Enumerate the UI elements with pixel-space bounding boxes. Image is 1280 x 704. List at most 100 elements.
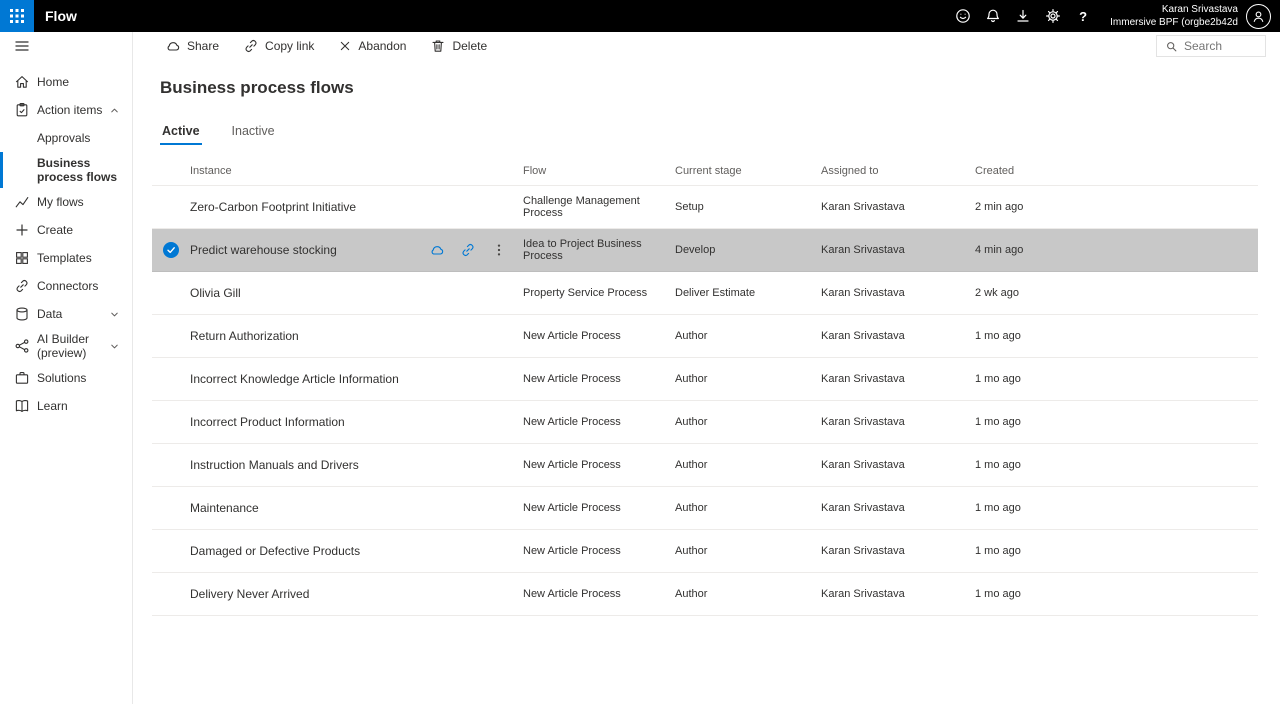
search-input[interactable] — [1184, 39, 1256, 53]
account-info[interactable]: Karan Srivastava Immersive BPF (orgbe2b4… — [1110, 3, 1238, 29]
row-select-cell[interactable] — [152, 444, 190, 486]
row-select-cell[interactable] — [152, 229, 190, 271]
row-flow: New Article Process — [523, 373, 675, 385]
table-row[interactable]: Maintenance New Article Process Author K… — [152, 487, 1258, 530]
row-copy-link-icon[interactable] — [460, 242, 476, 258]
command-bar: Share Copy link Abandon Delete — [133, 32, 1280, 60]
settings-button[interactable] — [1038, 0, 1068, 32]
bell-icon — [985, 8, 1001, 24]
row-assigned: Karan Srivastava — [821, 459, 975, 471]
sidebar-item-label: My flows — [37, 195, 84, 209]
row-select-cell[interactable] — [152, 401, 190, 443]
sidebar-item-connectors[interactable]: Connectors — [0, 272, 132, 300]
user-org: Immersive BPF (orgbe2b42d — [1110, 16, 1238, 29]
book-icon — [14, 398, 30, 414]
sidebar-item-solutions[interactable]: Solutions — [0, 364, 132, 392]
column-header-instance[interactable]: Instance — [190, 165, 523, 177]
sidebar-item-templates[interactable]: Templates — [0, 244, 132, 272]
table-row[interactable]: Olivia Gill Property Service Process Del… — [152, 272, 1258, 315]
row-select-cell[interactable] — [152, 272, 190, 314]
close-icon — [338, 39, 352, 53]
app-title: Flow — [45, 8, 77, 24]
row-select-cell[interactable] — [152, 315, 190, 357]
delete-button[interactable]: Delete — [430, 38, 487, 54]
table-row[interactable]: Damaged or Defective Products New Articl… — [152, 530, 1258, 573]
feedback-smiley-button[interactable] — [948, 0, 978, 32]
row-actions — [429, 242, 523, 258]
row-stage: Author — [675, 416, 821, 428]
abandon-button[interactable]: Abandon — [338, 39, 406, 53]
page-title: Business process flows — [160, 78, 1280, 98]
table-row[interactable]: Return Authorization New Article Process… — [152, 315, 1258, 358]
row-created: 1 mo ago — [975, 416, 1258, 428]
row-instance: Incorrect Product Information — [190, 415, 345, 429]
row-created: 1 mo ago — [975, 588, 1258, 600]
copy-link-button[interactable]: Copy link — [243, 38, 314, 54]
sidebar-item-action-items[interactable]: Action items — [0, 96, 132, 124]
row-created: 2 min ago — [975, 201, 1258, 213]
row-stage: Develop — [675, 244, 821, 256]
row-select-cell[interactable] — [152, 487, 190, 529]
chevron-down-icon — [109, 341, 120, 352]
copy-link-label: Copy link — [265, 39, 314, 53]
row-assigned: Karan Srivastava — [821, 244, 975, 256]
collapse-nav-button[interactable] — [0, 32, 132, 60]
gear-icon — [1045, 8, 1061, 24]
row-select-cell[interactable] — [152, 358, 190, 400]
table-row[interactable]: Zero-Carbon Footprint Initiative Challen… — [152, 186, 1258, 229]
table-row[interactable]: Instruction Manuals and Drivers New Arti… — [152, 444, 1258, 487]
row-instance: Return Authorization — [190, 329, 299, 343]
user-name: Karan Srivastava — [1110, 3, 1238, 16]
sidebar-item-my-flows[interactable]: My flows — [0, 188, 132, 216]
column-header-assigned-to[interactable]: Assigned to — [821, 165, 975, 177]
share-button[interactable]: Share — [165, 38, 219, 54]
sidebar-item-home[interactable]: Home — [0, 68, 132, 96]
table-row[interactable]: Delivery Never Arrived New Article Proce… — [152, 573, 1258, 616]
delete-label: Delete — [452, 39, 487, 53]
row-stage: Setup — [675, 201, 821, 213]
tab-inactive[interactable]: Inactive — [230, 124, 277, 145]
share-cloud-icon — [165, 38, 181, 54]
row-flow: Challenge Management Process — [523, 195, 675, 219]
row-created: 1 mo ago — [975, 502, 1258, 514]
table-row[interactable]: Incorrect Knowledge Article Information … — [152, 358, 1258, 401]
sidebar-item-business-process-flows[interactable]: Business process flows — [0, 152, 132, 188]
sidebar-item-approvals[interactable]: Approvals — [0, 124, 132, 152]
sidebar-item-label: Learn — [37, 399, 68, 413]
column-header-current-stage[interactable]: Current stage — [675, 165, 821, 177]
tab-active[interactable]: Active — [160, 124, 202, 145]
row-select-cell[interactable] — [152, 186, 190, 228]
app-launcher-button[interactable] — [0, 0, 34, 32]
table-row[interactable]: Incorrect Product Information New Articl… — [152, 401, 1258, 444]
user-avatar[interactable] — [1246, 4, 1271, 29]
sidebar-item-learn[interactable]: Learn — [0, 392, 132, 420]
share-label: Share — [187, 39, 219, 53]
sidebar-item-data[interactable]: Data — [0, 300, 132, 328]
column-header-flow[interactable]: Flow — [523, 165, 675, 177]
sidebar-item-label: Solutions — [37, 371, 86, 385]
row-flow: New Article Process — [523, 502, 675, 514]
row-select-cell[interactable] — [152, 530, 190, 572]
help-button[interactable]: ? — [1068, 0, 1098, 32]
row-stage: Author — [675, 330, 821, 342]
row-instance: Incorrect Knowledge Article Information — [190, 372, 399, 386]
row-assigned: Karan Srivastava — [821, 545, 975, 557]
table-row-selected[interactable]: Predict warehouse stocking Idea to Proje… — [152, 229, 1258, 272]
row-created: 1 mo ago — [975, 545, 1258, 557]
row-stage: Author — [675, 545, 821, 557]
sidebar-item-ai-builder[interactable]: AI Builder (preview) — [0, 328, 132, 364]
search-box[interactable] — [1156, 35, 1266, 57]
sidebar-item-label: Create — [37, 223, 73, 237]
column-header-created[interactable]: Created — [975, 165, 1258, 177]
abandon-label: Abandon — [358, 39, 406, 53]
notifications-button[interactable] — [978, 0, 1008, 32]
search-icon — [1165, 40, 1178, 53]
row-select-cell[interactable] — [152, 573, 190, 615]
sidebar-item-create[interactable]: Create — [0, 216, 132, 244]
download-button[interactable] — [1008, 0, 1038, 32]
row-more-options-icon[interactable] — [491, 242, 507, 258]
row-share-icon[interactable] — [429, 242, 445, 258]
download-icon — [1015, 8, 1031, 24]
row-created: 1 mo ago — [975, 373, 1258, 385]
row-assigned: Karan Srivastava — [821, 588, 975, 600]
